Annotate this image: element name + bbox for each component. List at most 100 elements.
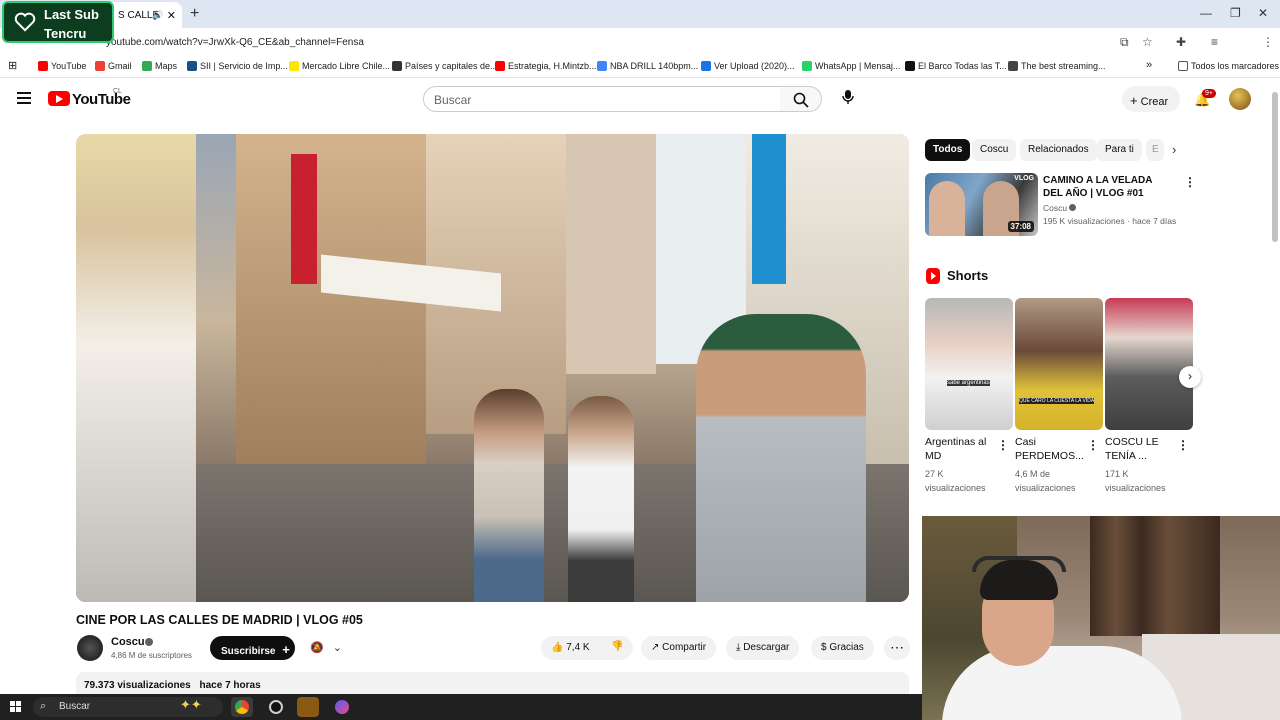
plus-icon: + [1130, 93, 1138, 108]
channel-avatar[interactable] [77, 635, 103, 661]
chevron-right-icon: › [1188, 369, 1192, 383]
apps-grid-icon[interactable]: ⊞ [8, 59, 17, 72]
youtube-logo-icon[interactable] [48, 91, 70, 106]
browser-menu-icon[interactable]: ⋮ [1262, 35, 1274, 49]
taskbar-search-icon: ⌕ [40, 700, 47, 712]
webcam-window [1090, 516, 1220, 636]
download-button[interactable]: ⤓ Descargar [726, 636, 800, 660]
thanks-button[interactable]: $ Gracias [811, 636, 874, 660]
more-vert-icon[interactable]: ⋮ [997, 438, 1009, 452]
chevron-right-icon[interactable]: › [1172, 142, 1176, 157]
bookmark-estrategia[interactable]: Estrategia, H.Mintzb... [495, 61, 597, 71]
active-tab[interactable]: S CALLE 🔊 ✕ [104, 2, 182, 28]
bookmark-youtube[interactable]: YouTube [38, 61, 86, 71]
recommended-thumbnail[interactable]: VLOG 37:08 [925, 173, 1038, 236]
bookmark-maps[interactable]: Maps [142, 61, 177, 71]
new-tab-button[interactable]: + [190, 5, 199, 23]
more-vert-icon[interactable]: ⋮ [1087, 438, 1099, 452]
thumb-person-1 [929, 181, 965, 236]
short-title-1[interactable]: Argentinas al MD [925, 435, 997, 463]
dislike-button[interactable]: 👎 [611, 641, 623, 652]
chevron-down-icon: ⌄ [332, 642, 342, 654]
like-dislike-group: 👍 7,4 K 👎 [541, 636, 633, 660]
like-button[interactable]: 👍 7,4 K [551, 642, 590, 653]
bookmark-sii[interactable]: SII | Servicio de Imp... [187, 61, 288, 71]
video-player[interactable] [76, 134, 909, 602]
bookmark-gmail[interactable]: Gmail [95, 61, 132, 71]
bookmark-nba[interactable]: NBA DRILL 140bpm... [597, 61, 698, 71]
share-button[interactable]: ↗ Compartir [641, 636, 717, 660]
all-bookmarks[interactable]: Todos los marcadores [1178, 61, 1279, 71]
bookmark-paises[interactable]: Países y capitales de... [392, 61, 498, 71]
notification-preference-button[interactable]: 🔕 ⌄ [302, 636, 350, 660]
search-button[interactable] [780, 86, 822, 112]
thanks-icon: $ [821, 642, 827, 653]
person-phone [474, 389, 544, 602]
bookmark-star-icon[interactable]: ☆ [1142, 35, 1153, 49]
building-far [566, 134, 656, 374]
obs-taskbar-icon[interactable] [265, 697, 287, 717]
sparkle-icon: ✦✦ [180, 697, 202, 712]
user-avatar[interactable] [1229, 88, 1251, 110]
chip-todos[interactable]: Todos [925, 139, 971, 161]
chip-relacionados[interactable]: Relacionados [1020, 139, 1097, 161]
cast-icon[interactable]: ⧉ [1120, 35, 1129, 50]
chip-coscu[interactable]: Coscu [972, 139, 1017, 161]
subscriber-count: 4,86 M de suscriptores [111, 651, 192, 660]
verified-icon [1069, 204, 1077, 211]
minimize-icon[interactable]: — [1200, 6, 1212, 20]
headphones-icon [972, 556, 1066, 572]
chip-partial[interactable]: E [1146, 139, 1164, 161]
person-cap [696, 314, 866, 602]
short-title-2[interactable]: Casi PERDEMOS... [1015, 435, 1087, 463]
short-views-2: 4,6 M de visualizaciones [1015, 469, 1076, 493]
messenger-taskbar-icon[interactable] [331, 697, 353, 717]
hamburger-menu-icon[interactable] [17, 92, 31, 104]
more-bookmarks-icon[interactable]: » [1146, 59, 1152, 71]
restore-icon[interactable]: ❐ [1230, 6, 1241, 20]
short-thumbnail-1[interactable]: sabe argentinas [925, 298, 1013, 430]
subscribe-button[interactable]: Suscribirse + [210, 636, 295, 660]
recommended-channel[interactable]: Coscu [1043, 203, 1077, 213]
create-button[interactable]: + Crear [1122, 86, 1180, 112]
bookmark-mercadolibre[interactable]: Mercado Libre Chile... [289, 61, 390, 71]
speaker-icon[interactable]: 🔊 [152, 10, 163, 21]
bookmark-whatsapp[interactable]: WhatsApp | Mensaj... [802, 61, 900, 71]
bookmark-upload[interactable]: Ver Upload (2020)... [701, 61, 795, 71]
search-input[interactable]: Buscar [423, 86, 781, 112]
extensions-icon[interactable]: ✚ [1176, 35, 1186, 49]
bookmark-elbarco[interactable]: El Barco Todas las T... [905, 61, 1007, 71]
short-thumbnail-3[interactable] [1105, 298, 1193, 430]
shorts-icon [926, 268, 940, 284]
short-thumbnail-2[interactable]: QUE CARO LA CUESTA LA VIDA [1015, 298, 1103, 430]
overlay-line2: Tencru [44, 26, 87, 41]
windows-start-icon[interactable] [10, 701, 22, 713]
more-vert-icon[interactable]: ⋮ [1184, 175, 1196, 189]
shorts-heading: Shorts [947, 268, 989, 283]
address-bar[interactable]: youtube.com/watch?v=JrwXk-Q6_CE&ab_chann… [100, 32, 1100, 54]
chip-para-ti[interactable]: Para ti [1097, 139, 1142, 161]
chrome-taskbar-icon[interactable] [231, 697, 253, 717]
thumbs-up-icon: 👍 [551, 642, 564, 653]
more-actions-button[interactable]: ⋯ [884, 636, 910, 660]
person-foreground [76, 134, 196, 602]
video-title: CINE POR LAS CALLES DE MADRID | VLOG #05 [76, 613, 363, 627]
notification-count-badge: 9+ [1202, 89, 1216, 98]
recommended-title[interactable]: CAMINO A LA VELADA DEL AÑO | VLOG #01 [1043, 174, 1173, 200]
view-count: 79.373 visualizaciones [84, 680, 191, 691]
channel-name[interactable]: Coscu [111, 636, 145, 648]
microphone-icon[interactable] [838, 89, 858, 109]
heart-icon [14, 12, 36, 32]
page-scrollbar[interactable] [1272, 92, 1278, 242]
more-vert-icon[interactable]: ⋮ [1177, 438, 1189, 452]
close-tab-icon[interactable]: ✕ [167, 9, 176, 22]
close-window-icon[interactable]: ✕ [1258, 6, 1268, 20]
short-title-3[interactable]: COSCU LE TENÍA ... [1105, 435, 1177, 463]
upload-age: hace 7 horas [199, 680, 261, 691]
short-views-3: 171 Kvisualizaciones [1105, 469, 1166, 493]
person-white-shirt [568, 396, 634, 602]
media-icon[interactable]: ≡ [1211, 35, 1218, 49]
app-taskbar-icon[interactable] [297, 697, 319, 717]
bookmark-streaming[interactable]: The best streaming... [1008, 61, 1106, 71]
shorts-next-button[interactable]: › [1179, 366, 1201, 388]
